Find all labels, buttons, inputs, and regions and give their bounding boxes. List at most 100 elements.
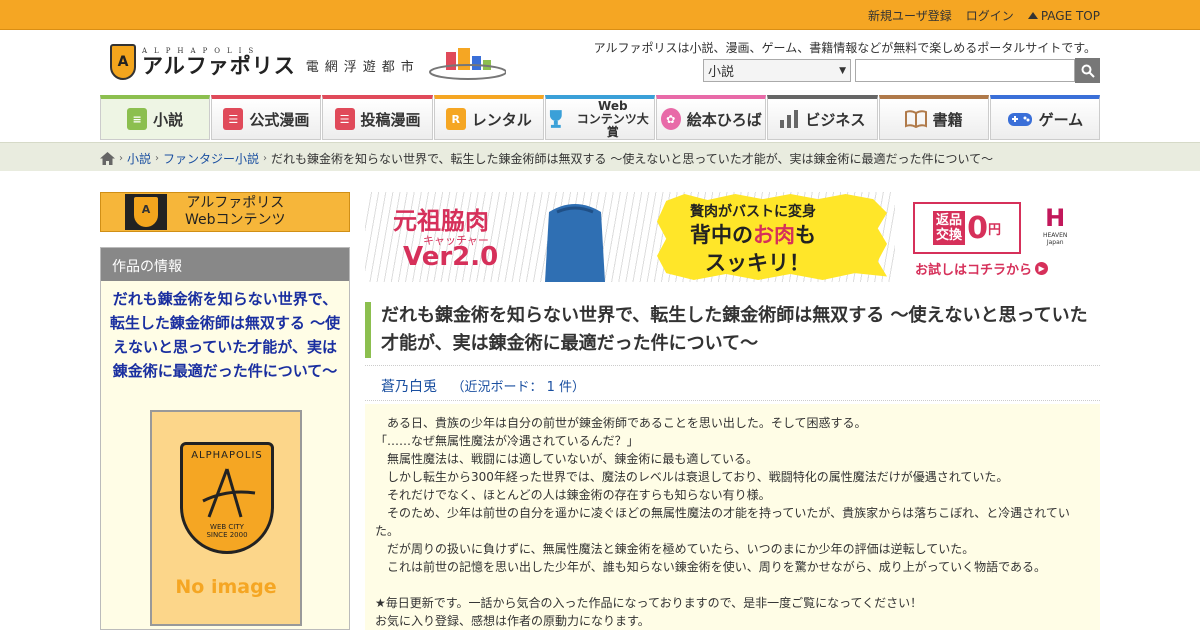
site-tagline: アルファポリスは小説、漫画、ゲーム、書籍情報などが無料で楽しめるポータルサイトで… bbox=[593, 41, 1096, 55]
nav-label: ビジネス bbox=[805, 110, 866, 129]
nav-label-top: Web bbox=[598, 98, 628, 113]
page-top-link[interactable]: PAGE TOP bbox=[1027, 7, 1100, 24]
breadcrumb-current: だれも錬金術を知らない世界で、転生した錬金術師は無双する 〜使えないと思っていた… bbox=[271, 152, 994, 166]
breadcrumb: › 小説 › ファンタジー小説 › だれも錬金術を知らない世界で、転生した錬金術… bbox=[100, 150, 993, 167]
nav-label-bottom: コンテンツ大賞 bbox=[576, 111, 649, 139]
nav-label: 公式漫画 bbox=[249, 110, 310, 129]
nav-item-business[interactable]: ビジネス bbox=[767, 95, 878, 140]
ad-copy-3: スッキリ！ bbox=[705, 251, 810, 275]
synopsis-line: それだけでなく、ほとんどの人は錬金術の存在すらも知らない有り様。 bbox=[375, 488, 771, 502]
nav-label-two-line: Web コンテンツ大賞 bbox=[572, 98, 655, 139]
advertisement-banner[interactable]: 元祖脇肉 キャッチャー Ver2.0 贅肉がバストに変身 背中のお肉も スッキリ… bbox=[365, 192, 1100, 282]
nav-label: 絵本ひろば bbox=[686, 110, 762, 129]
logo-main-text: アルファポリス bbox=[142, 53, 296, 78]
letter-a-icon bbox=[202, 468, 256, 518]
login-link[interactable]: ログイン bbox=[966, 7, 1014, 24]
return-zero: 0 bbox=[967, 210, 988, 246]
ad-cta-link[interactable]: お試しはコチラから ▶ bbox=[915, 259, 1049, 278]
breadcrumb-fantasy[interactable]: ファンタジー小説 bbox=[163, 150, 259, 167]
synopsis-line: お気に入り登録、感想は作者の原動力になります。 bbox=[375, 614, 650, 628]
synopsis: ある日、貴族の少年は自分の前世が錬金術師であることを思い出した。そして困惑する。… bbox=[365, 404, 1100, 630]
search-button[interactable] bbox=[1075, 58, 1100, 83]
work-info-panel: 作品の情報 だれも錬金術を知らない世界で、転生した錬金術師は無双する 〜使えない… bbox=[100, 247, 350, 630]
banner-line1: アルファポリス bbox=[186, 195, 285, 211]
synopsis-line: そのため、少年は前世の自分を遥かに凌ぐほどの無属性魔法の才能を持っていたが、貴族… bbox=[375, 506, 1070, 538]
brand-name: HEAVEN Japan bbox=[1043, 232, 1068, 246]
manga-post-icon: ☰ bbox=[334, 108, 355, 130]
page-top-label: PAGE TOP bbox=[1040, 8, 1100, 23]
chevron-right-icon: › bbox=[155, 153, 160, 164]
chart-bars-icon bbox=[780, 110, 799, 128]
logo-text: ALPHAPOLIS アルファポリス bbox=[142, 47, 296, 77]
return-yen: 円 bbox=[987, 222, 1001, 238]
work-info-title[interactable]: だれも錬金術を知らない世界で、転生した錬金術師は無双する 〜使えないと思っていた… bbox=[101, 281, 349, 389]
nav-item-picture-book[interactable]: ✿ 絵本ひろば bbox=[656, 95, 767, 140]
nav-label: 投稿漫画 bbox=[360, 110, 421, 129]
logo-shield-icon: A bbox=[110, 44, 136, 80]
top-links: 新規ユーザ登録 ログイン PAGE TOP bbox=[868, 7, 1100, 24]
logo-subtitle: 電網浮遊都市 bbox=[305, 59, 420, 75]
breadcrumb-novel[interactable]: 小説 bbox=[127, 150, 151, 167]
play-arrow-icon: ▶ bbox=[1035, 262, 1049, 275]
ad-copy-2: 背中のお肉も bbox=[690, 219, 816, 249]
author-row: 蒼乃白兎 （近況ボード： 1 件） bbox=[365, 365, 1100, 401]
trophy-icon bbox=[549, 110, 562, 128]
nav-item-rental[interactable]: R レンタル bbox=[433, 95, 544, 140]
ad-title: 元祖脇肉 bbox=[393, 207, 489, 235]
ad-version: Ver2.0 bbox=[403, 242, 499, 272]
return-free-badge: 返品 交換 0 円 bbox=[913, 202, 1021, 254]
nav-item-posted-manga[interactable]: ☰ 投稿漫画 bbox=[322, 95, 433, 140]
main-nav: ≡ 小説 ☰ 公式漫画 ☰ 投稿漫画 R レンタル Web コンテンツ大賞 ✿ … bbox=[100, 95, 1100, 140]
nav-label: 小説 bbox=[153, 110, 184, 129]
board-link[interactable]: （近況ボード： 1 件） bbox=[451, 380, 585, 395]
brand-mark: H bbox=[1045, 204, 1066, 232]
top-bar: 新規ユーザ登録 ログイン PAGE TOP bbox=[0, 0, 1200, 30]
nav-item-game[interactable]: ゲーム bbox=[989, 95, 1100, 140]
badge-top-text: ALPHAPOLIS bbox=[191, 450, 263, 461]
picture-book-icon: ✿ bbox=[660, 108, 681, 130]
ad-copy-1: 贅肉がバストに変身 bbox=[690, 204, 816, 220]
category-select[interactable]: 小説 ▼ bbox=[703, 59, 851, 82]
home-icon[interactable] bbox=[100, 152, 115, 165]
search-input[interactable] bbox=[855, 59, 1075, 82]
arrow-up-icon bbox=[1027, 12, 1038, 19]
work-title: だれも錬金術を知らない世界で、転生した錬金術師は無双する 〜使えないと思っていた… bbox=[365, 302, 1100, 358]
synopsis-line: しかし転生から300年経った世界では、魔法のレベルは衰退しており、戦闘特化の属性… bbox=[375, 470, 1009, 484]
open-book-icon bbox=[904, 110, 927, 128]
ad-copy-2a: 背中の bbox=[690, 223, 753, 247]
model-photo-icon bbox=[545, 204, 605, 282]
site-header: A ALPHAPOLIS アルファポリス 電網浮遊都市 アルファポリスは小説、漫… bbox=[0, 30, 1200, 94]
author-link[interactable]: 蒼乃白兎 bbox=[381, 379, 437, 395]
gamepad-icon bbox=[1007, 113, 1032, 126]
synopsis-line: 「……なぜ無属性魔法が冷遇されているんだ？」 bbox=[375, 434, 639, 448]
chevron-right-icon: › bbox=[119, 153, 123, 164]
ad-cta-label: お試しはコチラから bbox=[915, 263, 1033, 278]
nav-item-novel[interactable]: ≡ 小説 bbox=[100, 95, 211, 140]
rental-icon: R bbox=[445, 108, 466, 130]
manga-icon: ☰ bbox=[223, 108, 244, 130]
nav-item-books[interactable]: 書籍 bbox=[878, 95, 989, 140]
chevron-right-icon: › bbox=[263, 153, 268, 164]
nav-item-web-contents-award[interactable]: Web コンテンツ大賞 bbox=[544, 95, 656, 140]
alphapolis-logo-icon: A bbox=[125, 194, 167, 230]
city-skyline-icon bbox=[428, 48, 506, 80]
webcontents-banner[interactable]: A アルファポリス Webコンテンツ bbox=[100, 192, 350, 232]
synopsis-line: ★毎日更新です。一話から気合の入った作品になっておりますので、是非一度ご覧になっ… bbox=[375, 596, 923, 610]
site-logo[interactable]: A ALPHAPOLIS アルファポリス 電網浮遊都市 bbox=[110, 42, 506, 82]
no-image-label: No image bbox=[175, 576, 277, 598]
banner-line2: Webコンテンツ bbox=[185, 212, 286, 228]
badge-bottom-text: WEB CITY SINCE 2000 bbox=[206, 523, 248, 539]
synopsis-line: 無属性魔法は、戦闘には適していないが、錬金術に最も適している。 bbox=[375, 452, 759, 466]
book-icon: ≡ bbox=[127, 108, 148, 130]
search-bar: 小説 ▼ bbox=[703, 58, 1100, 83]
alphapolis-badge-icon: ALPHAPOLIS WEB CITY SINCE 2000 bbox=[180, 442, 274, 554]
banner-text: アルファポリス Webコンテンツ bbox=[185, 195, 286, 229]
work-info-header: 作品の情報 bbox=[101, 248, 349, 281]
nav-label: レンタル bbox=[471, 110, 532, 129]
synopsis-line: これは前世の記憶を思い出した少年が、誰も知らない錬金術を使い、周りを驚かせながら… bbox=[375, 560, 1047, 574]
heaven-logo-icon: H HEAVEN Japan bbox=[1043, 204, 1067, 246]
chevron-down-icon: ▼ bbox=[839, 65, 846, 76]
synopsis-line bbox=[375, 576, 1090, 594]
register-link[interactable]: 新規ユーザ登録 bbox=[868, 7, 952, 24]
nav-item-official-manga[interactable]: ☰ 公式漫画 bbox=[211, 95, 322, 140]
